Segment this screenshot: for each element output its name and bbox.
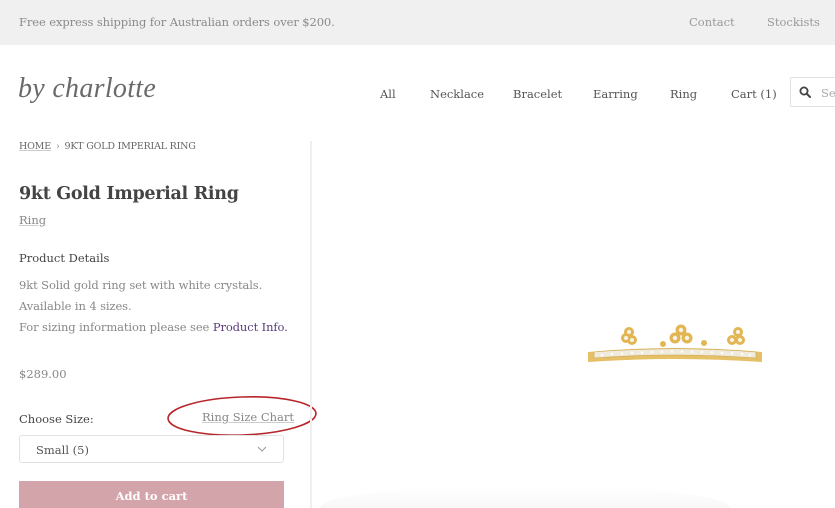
product-detail-line: For sizing information please see Produc… xyxy=(19,320,288,334)
product-detail-line: 9kt Solid gold ring set with white cryst… xyxy=(19,278,263,292)
breadcrumb: HOME › 9KT GOLD IMPERIAL RING xyxy=(19,141,196,152)
nav-item-cart[interactable]: Cart (1) xyxy=(731,87,777,101)
nav-item-bracelet[interactable]: Bracelet xyxy=(513,87,562,101)
product-image[interactable] xyxy=(580,318,770,374)
image-shadow xyxy=(320,485,730,508)
search-placeholder: Sea xyxy=(821,86,835,100)
product-category-link[interactable]: Ring xyxy=(19,213,46,227)
stockists-link[interactable]: Stockists xyxy=(767,15,820,29)
breadcrumb-current: 9KT GOLD IMPERIAL RING xyxy=(64,141,196,152)
breadcrumb-home[interactable]: HOME xyxy=(19,141,51,152)
chevron-down-icon xyxy=(257,446,267,452)
sizing-info-text: For sizing information please see xyxy=(19,320,213,334)
size-select-value: Small (5) xyxy=(36,443,89,457)
product-details-heading: Product Details xyxy=(19,251,110,265)
nav-item-necklace[interactable]: Necklace xyxy=(430,87,484,101)
product-price: $289.00 xyxy=(19,367,67,381)
product-title: 9kt Gold Imperial Ring xyxy=(19,184,239,204)
column-divider xyxy=(310,141,312,508)
announcement-bar: Free express shipping for Australian ord… xyxy=(0,0,835,45)
product-detail-line: Available in 4 sizes. xyxy=(19,299,132,313)
brand-logo[interactable]: by charlotte xyxy=(18,73,156,105)
breadcrumb-separator: › xyxy=(55,141,60,152)
size-select[interactable]: Small (5) xyxy=(19,435,284,463)
product-info-link[interactable]: Product Info. xyxy=(213,320,288,334)
shipping-promo-text: Free express shipping for Australian ord… xyxy=(19,15,335,29)
search-input[interactable]: Sea xyxy=(790,77,835,107)
choose-size-label: Choose Size: xyxy=(19,412,94,426)
search-icon xyxy=(799,86,811,98)
nav-item-all[interactable]: All xyxy=(380,87,396,101)
contact-link[interactable]: Contact xyxy=(689,15,735,29)
nav-item-earring[interactable]: Earring xyxy=(593,87,638,101)
nav-item-ring[interactable]: Ring xyxy=(670,87,697,101)
ring-size-chart-link[interactable]: Ring Size Chart xyxy=(202,410,294,424)
add-to-cart-button[interactable]: Add to cart xyxy=(19,481,284,508)
